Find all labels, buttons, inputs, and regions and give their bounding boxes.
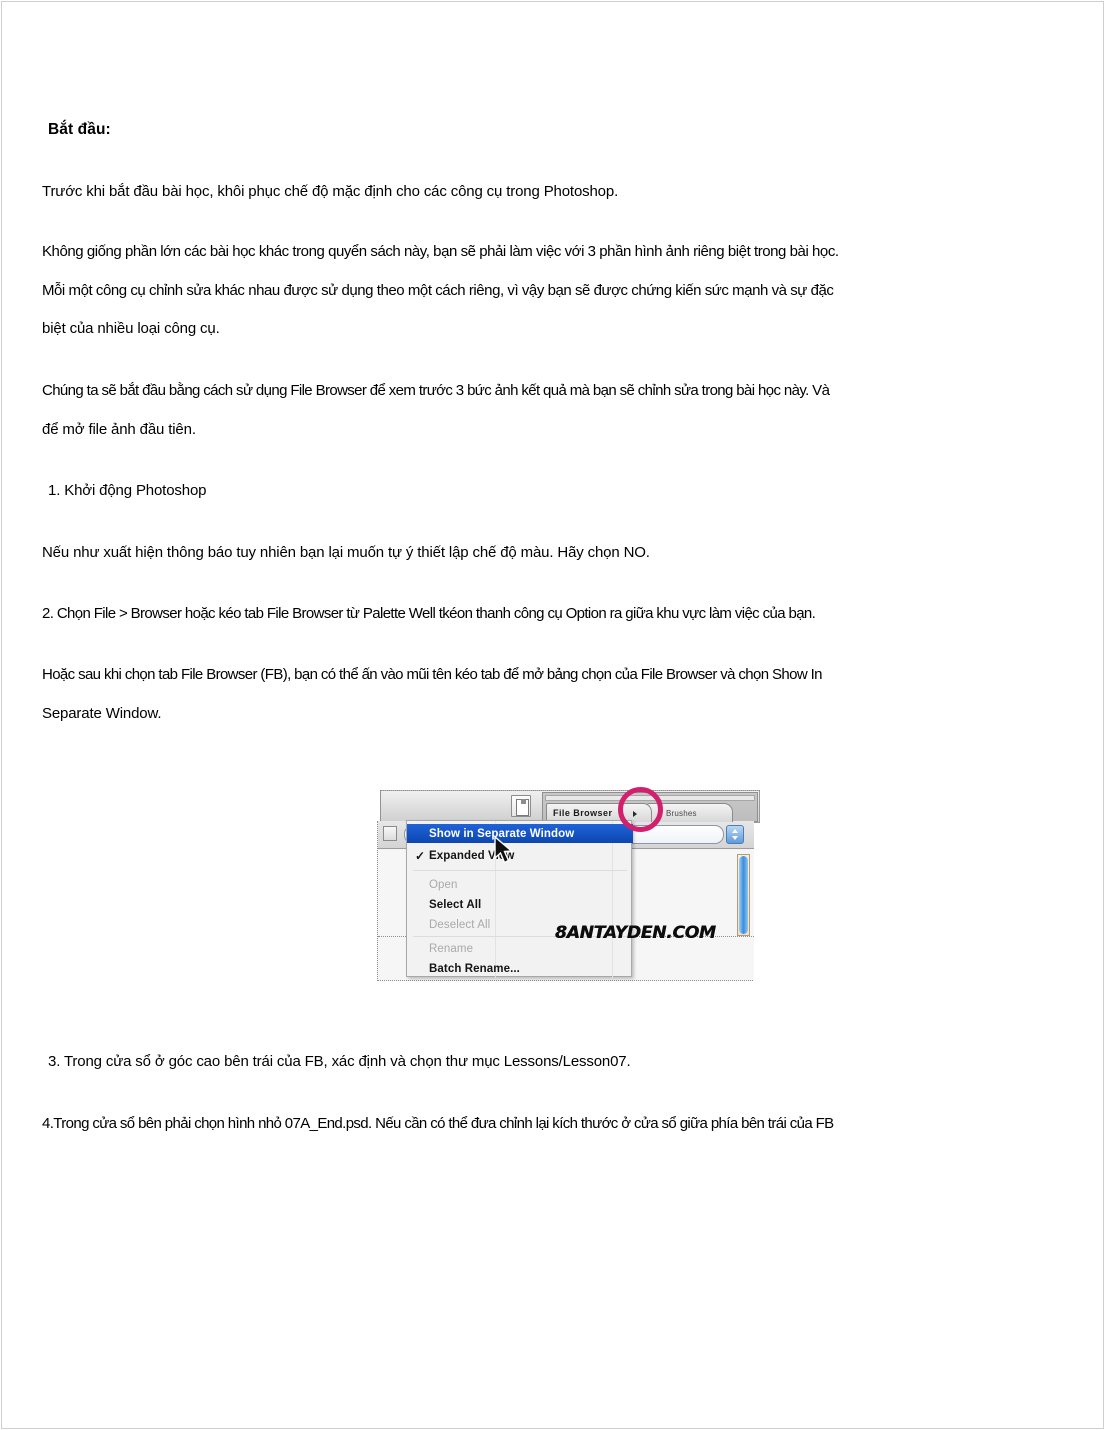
menu-item-show-in-separate-window[interactable]: Show in Separate Window [407, 824, 633, 844]
paragraph-3: Mỗi một công cụ chỉnh sửa khác nhau được… [42, 282, 834, 300]
tab-file-browser-label: File Browser [553, 808, 613, 819]
highlight-circle-annotation [618, 787, 663, 833]
paragraph-1: Trước khi bắt đầu bài học, khôi phục chế… [42, 183, 619, 201]
menu-item-batch-rename[interactable]: Batch Rename... [407, 959, 633, 978]
menu-item-label: Rename [429, 942, 474, 955]
menu-item-label: Select All [429, 898, 482, 911]
paragraph-8: Hoặc sau khi chọn tab File Browser (FB),… [42, 666, 822, 684]
menu-item-label: Deselect All [429, 918, 491, 931]
menu-item-label: Batch Rename... [429, 962, 520, 975]
menu-item-label: Open [429, 878, 458, 891]
menu-item-select-all[interactable]: Select All [407, 895, 633, 914]
step-4: 4.Trong cửa sổ bên phải chọn hình nhỏ 07… [42, 1115, 834, 1133]
menu-item-expanded-view[interactable]: ✓ Expanded View [407, 846, 633, 865]
document-thumbnail-icon [511, 795, 531, 818]
path-stepper-icon[interactable] [726, 825, 744, 845]
step-2: 2. Chọn File > Browser hoặc kéo tab File… [42, 605, 816, 623]
paragraph-7: Nếu như xuất hiện thông báo tuy nhiên bạ… [42, 544, 650, 562]
tab-brushes-label: Brushes [666, 808, 697, 818]
paragraph-2: Không giống phần lớn các bài học khác tr… [42, 243, 839, 261]
mouse-cursor-icon [494, 836, 514, 864]
panel-menu-button[interactable] [383, 826, 397, 842]
step-3: 3. Trong cửa sổ ở góc cao bên trái của F… [48, 1053, 631, 1071]
document-body: Bắt đầu: Trước khi bắt đầu bài học, khôi… [42, 120, 1077, 1131]
menu-separator-1 [413, 870, 627, 872]
paragraph-6: để mở file ảnh đầu tiên. [42, 421, 196, 439]
embedded-screenshot-figure: Brushes File Browser Show in Separate Wi… [372, 783, 764, 989]
scrollbar-thumb[interactable] [739, 856, 748, 935]
watermark-text: 8ANTAYDEN.COM [554, 923, 716, 943]
paragraph-4: biệt của nhiều loại công cụ. [42, 320, 220, 338]
paragraph-9: Separate Window. [42, 705, 162, 723]
vertical-scrollbar[interactable] [737, 854, 750, 937]
paragraph-5: Chúng ta sẽ bắt đầu bằng cách sử dụng Fi… [42, 382, 830, 400]
check-icon: ✓ [415, 848, 426, 863]
menu-item-open: Open [407, 875, 633, 894]
file-browser-palette-menu[interactable]: Show in Separate Window ✓ Expanded View … [406, 820, 633, 979]
step-1: 1. Khởi động Photoshop [48, 482, 207, 500]
document-page: Bắt đầu: Trước khi bắt đầu bài học, khôi… [0, 0, 1105, 1430]
section-heading: Bắt đầu: [48, 121, 111, 138]
